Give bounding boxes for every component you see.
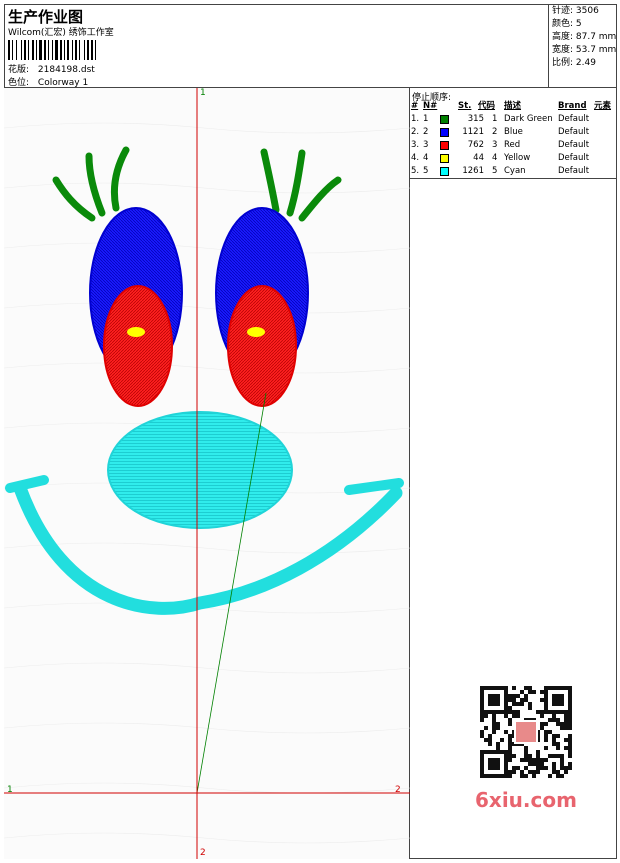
stop-sequence-table: # N# St. 代码 描述 Brand 元素 1. 1 315 1 Dark Gree… [410, 100, 617, 179]
colorway-value: Colorway 1 [37, 78, 89, 88]
col-desc: 描述 [504, 101, 522, 111]
right-eye-red [227, 285, 297, 407]
col-hash: # [411, 101, 419, 111]
row-description: Blue [504, 127, 523, 137]
col-element: 元素 [594, 101, 612, 111]
row-brand: Default [558, 114, 590, 124]
nose [107, 411, 293, 529]
studio-name: Wilcom(汇宏) 绣饰工作室 [8, 28, 114, 38]
row-code: 3 [492, 140, 498, 150]
page-title: 生产作业图 [8, 8, 84, 26]
row-num: 1. [411, 114, 420, 124]
row-stitches: 315 [467, 114, 484, 124]
table-row: 4. 4 44 4 Yellow Default [410, 152, 617, 165]
table-row: 1. 1 315 1 Dark Green Default [410, 113, 617, 126]
row-brand: Default [558, 166, 590, 176]
col-n: N# [423, 101, 438, 111]
row-num: 3. [411, 140, 420, 150]
row-n: 4 [423, 153, 429, 163]
right-eye-highlight [247, 327, 265, 337]
row-description: Dark Green [504, 114, 553, 124]
col-brand: Brand [558, 101, 587, 111]
qr-code [470, 680, 580, 784]
table-row: 5. 5 1261 5 Cyan Default [410, 165, 617, 178]
row-stitches: 762 [467, 140, 484, 150]
table-rows: 1. 1 315 1 Dark Green Default 2. 2 1121 2 Blue Defa… [410, 113, 617, 178]
row-code: 4 [492, 153, 498, 163]
design-row: 花版: 2184198.dst [8, 62, 95, 75]
table-row: 2. 2 1121 2 Blue Default [410, 126, 617, 139]
row-description: Red [504, 140, 521, 150]
watermark-brand: 6xiu.com [475, 788, 577, 812]
axis-top-label: 1 [200, 88, 206, 98]
axis-right-label: 2 [395, 785, 401, 795]
design-scale: 比例: 2.49 [552, 58, 596, 68]
design-height: 高度: 87.7 mm [552, 32, 617, 42]
header: 生产作业图 Wilcom(汇宏) 绣饰工作室 花版: 2184198.dst 色… [4, 4, 617, 88]
colorway-label: 色位: [8, 78, 30, 88]
color-swatch [440, 115, 449, 124]
row-brand: Default [558, 153, 590, 163]
left-eye-highlight [127, 327, 145, 337]
eyelashes-right [260, 148, 342, 222]
design-preview: 1 2 1 2 [3, 88, 411, 859]
row-description: Cyan [504, 166, 526, 176]
color-swatch [440, 154, 449, 163]
row-code: 2 [492, 127, 498, 137]
row-stitches: 1261 [462, 166, 484, 176]
embroidery-preview [3, 88, 411, 859]
stitch-count: 针迹: 3506 [552, 6, 599, 16]
table-row: 3. 3 762 3 Red Default [410, 139, 617, 152]
col-code: 代码 [478, 101, 496, 111]
row-num: 4. [411, 153, 420, 163]
row-brand: Default [558, 127, 590, 137]
row-code: 1 [492, 114, 498, 124]
row-num: 2. [411, 127, 420, 137]
row-n: 1 [423, 114, 429, 124]
colorway-row: 色位: Colorway 1 [8, 75, 88, 88]
barcode [8, 40, 96, 60]
row-code: 5 [492, 166, 498, 176]
color-swatch [440, 167, 449, 176]
color-swatch [440, 141, 449, 150]
axis-left-label: 1 [7, 785, 13, 795]
row-stitches: 44 [473, 153, 484, 163]
design-filename: 2184198.dst [37, 65, 95, 75]
smile-right-end [344, 478, 404, 495]
row-brand: Default [558, 140, 590, 150]
smile-left-end [5, 475, 49, 493]
axis-bottom-label: 2 [200, 848, 206, 858]
design-width: 宽度: 53.7 mm [552, 45, 617, 55]
row-n: 3 [423, 140, 429, 150]
row-n: 2 [423, 127, 429, 137]
row-description: Yellow [504, 153, 531, 163]
row-stitches: 1121 [462, 127, 484, 137]
color-count: 颜色: 5 [552, 19, 582, 29]
left-eye-red [103, 285, 173, 407]
row-n: 5 [423, 166, 429, 176]
design-label: 花版: [8, 65, 30, 75]
col-st: St. [458, 101, 472, 111]
table-header: # N# St. 代码 描述 Brand 元素 [410, 100, 617, 113]
stats-panel: 针迹: 3506 颜色: 5 高度: 87.7 mm 宽度: 53.7 mm 比… [548, 4, 617, 88]
color-swatch [440, 128, 449, 137]
row-num: 5. [411, 166, 420, 176]
